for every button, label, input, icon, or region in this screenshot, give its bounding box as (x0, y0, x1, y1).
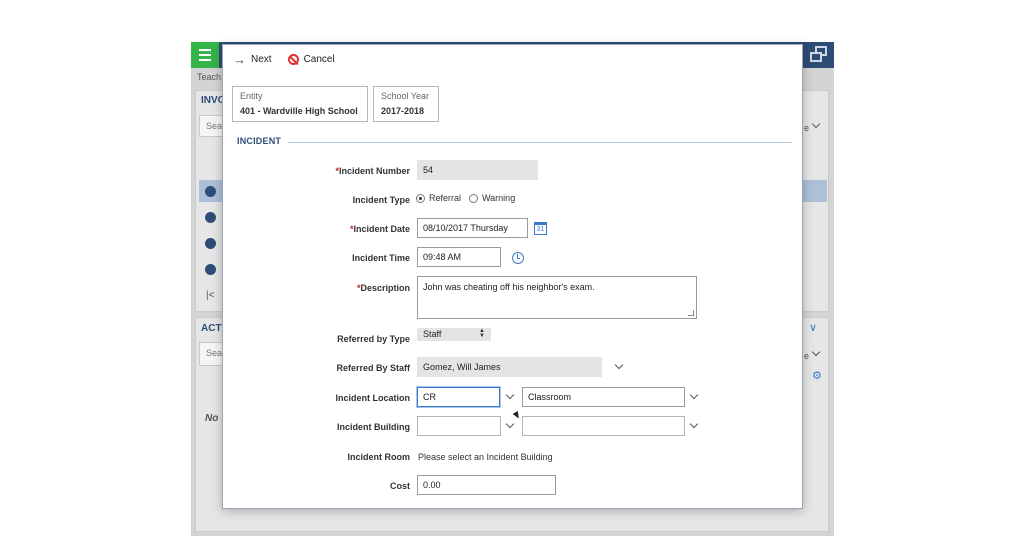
invoices-filter-label: e (804, 123, 810, 133)
cost-input[interactable]: 0.00 (417, 475, 556, 495)
actions-filter-chevron-icon[interactable] (811, 349, 821, 359)
location-name-chevron-icon[interactable] (689, 392, 699, 402)
actions-section-title: ACT (201, 323, 222, 334)
row-expand-icon[interactable] (205, 264, 216, 275)
incident-building-name-input[interactable] (522, 416, 685, 436)
building-code-chevron-icon[interactable] (505, 421, 515, 431)
warning-radio-label: Warning (482, 193, 516, 203)
calendar-icon[interactable]: 31 (534, 222, 547, 235)
incident-date-label: *Incident Date (349, 224, 410, 234)
section-divider (288, 142, 792, 143)
spinner-arrows-icon: ▲ ▼ (479, 328, 485, 339)
row-expand-icon[interactable] (205, 238, 216, 249)
hamburger-menu-icon[interactable] (191, 42, 219, 68)
description-text: John was cheating off his neighbor's exa… (423, 282, 595, 292)
incident-time-field[interactable]: 09:48 AM (417, 247, 501, 267)
mouse-cursor-icon (512, 410, 522, 421)
incident-room-label: Incident Room (347, 452, 411, 462)
school-year-box: School Year 2017-2018 (373, 86, 439, 122)
referral-radio-label: Referral (429, 193, 462, 203)
next-button-label: Next (251, 54, 272, 65)
description-label: *Description (356, 283, 410, 293)
referred-by-staff-field[interactable]: Gomez, Will James (417, 357, 602, 377)
entity-label: Entity (240, 91, 263, 101)
school-year-label: School Year (381, 91, 430, 101)
incident-number-field: 54 (417, 160, 538, 180)
incident-number-label: *Incident Number (335, 166, 410, 176)
building-name-chevron-icon[interactable] (689, 421, 699, 431)
collapse-double-chevron-icon[interactable]: ∨ (809, 321, 817, 334)
resize-handle-icon[interactable] (688, 310, 694, 316)
incident-building-code-input[interactable] (417, 416, 501, 436)
cancel-button[interactable]: Cancel (287, 54, 335, 65)
entity-value: 401 - Wardville High School (240, 106, 358, 116)
incident-dialog: → Next Cancel Entity 401 - Wardville Hig… (222, 44, 803, 509)
pager-first-icon[interactable]: |< (206, 290, 214, 301)
incident-location-label: Incident Location (335, 393, 410, 403)
description-textarea[interactable]: John was cheating off his neighbor's exa… (417, 276, 697, 319)
incident-building-label: Incident Building (337, 422, 410, 432)
referred-by-staff-label: Referred By Staff (336, 363, 410, 373)
no-records-text: No (205, 413, 219, 424)
incident-time-label: Incident Time (352, 253, 410, 263)
referred-by-type-select[interactable]: Staff ▲ ▼ (417, 328, 491, 341)
location-code-chevron-icon[interactable] (505, 392, 515, 402)
referral-radio[interactable] (416, 193, 425, 203)
dialog-toolbar: → Next Cancel (233, 51, 335, 67)
cancel-button-label: Cancel (303, 54, 335, 65)
warning-radio[interactable] (469, 193, 479, 203)
window-restore-icon[interactable] (810, 46, 828, 64)
row-expand-icon[interactable] (205, 212, 216, 223)
clock-icon[interactable] (512, 252, 524, 264)
arrow-right-icon: → (233, 51, 246, 67)
incident-section-title: INCIDENT (237, 136, 282, 146)
referred-by-type-value: Staff (423, 329, 442, 339)
referred-by-staff-chevron-icon[interactable] (614, 362, 624, 372)
cancel-circle-icon (287, 54, 299, 65)
incident-type-radio-group: Referral Warning (416, 193, 515, 203)
incident-date-field[interactable]: 08/10/2017 Thursday (417, 218, 528, 238)
cost-label: Cost (390, 481, 410, 491)
referred-by-type-label: Referred by Type (337, 334, 410, 344)
school-year-value: 2017-2018 (381, 106, 425, 116)
incident-location-code-input[interactable]: CR (417, 387, 500, 407)
breadcrumb: Teach (197, 72, 222, 82)
incident-type-label: Incident Type (352, 195, 410, 205)
settings-gear-icon[interactable]: ⚙ (812, 369, 822, 382)
next-button[interactable]: → Next (233, 51, 272, 67)
invoices-filter-chevron-icon[interactable] (811, 121, 821, 131)
actions-filter-label: e (804, 351, 810, 361)
incident-room-value: Please select an Incident Building (418, 452, 553, 462)
entity-box: Entity 401 - Wardville High School (232, 86, 368, 122)
row-expand-icon[interactable] (205, 186, 216, 197)
incident-location-name-input[interactable]: Classroom (522, 387, 685, 407)
